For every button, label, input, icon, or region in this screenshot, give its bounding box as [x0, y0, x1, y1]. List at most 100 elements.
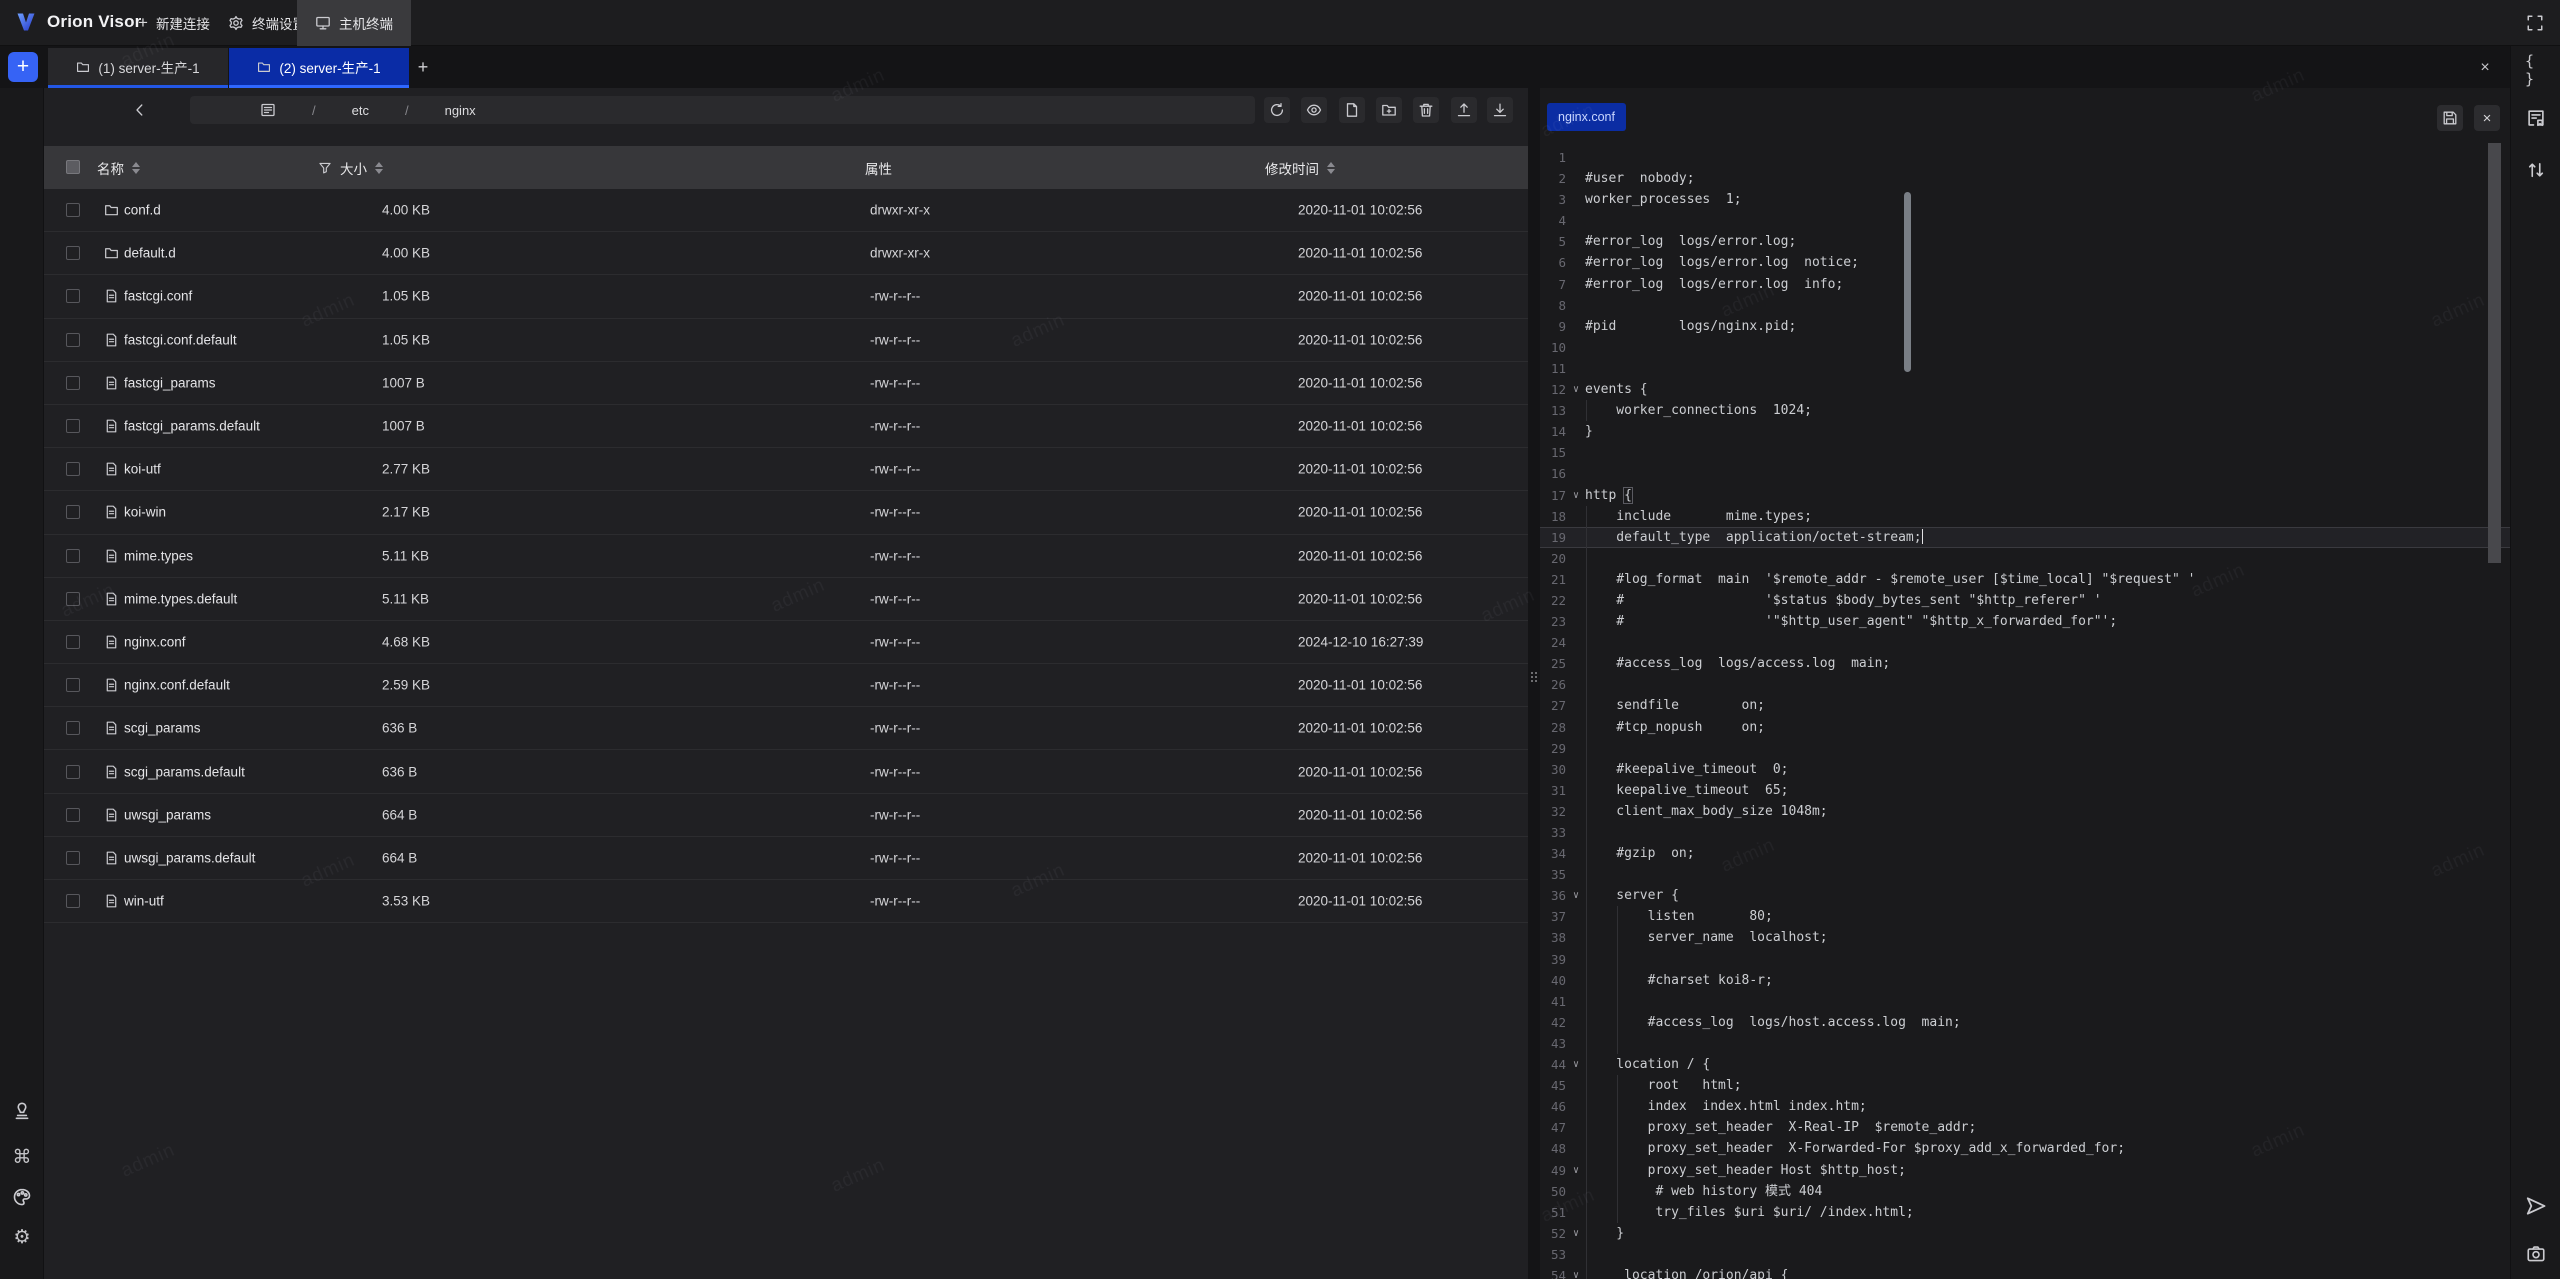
row-checkbox[interactable]	[66, 333, 80, 347]
fold-chevron-icon[interactable]: ∨	[1569, 1223, 1583, 1244]
code-line[interactable]: 12∨events {	[1540, 379, 2510, 400]
code-line[interactable]: 48 proxy_set_header X-Forwarded-For $pro…	[1540, 1138, 2510, 1159]
file-name[interactable]: scgi_params	[124, 721, 201, 736]
code-line[interactable]: 29	[1540, 738, 2510, 759]
table-row[interactable]: koi-win 2.17 KB -rw-r--r-- 2020-11-01 10…	[44, 491, 1528, 534]
table-row[interactable]: nginx.conf.default 2.59 KB -rw-r--r-- 20…	[44, 664, 1528, 707]
column-header-size[interactable]: 大小	[318, 158, 383, 178]
file-name[interactable]: nginx.conf	[124, 634, 186, 649]
sort-order-icon[interactable]	[2525, 159, 2547, 181]
editor-close-button[interactable]: ×	[2474, 105, 2500, 131]
table-row[interactable]: scgi_params.default 636 B -rw-r--r-- 202…	[44, 750, 1528, 793]
column-header-name[interactable]: 名称	[97, 158, 140, 178]
row-checkbox[interactable]	[66, 721, 80, 735]
floating-scrollbar-thumb[interactable]	[1904, 192, 1911, 372]
file-bookmark-icon[interactable]	[2525, 107, 2547, 129]
code-line[interactable]: 10	[1540, 337, 2510, 358]
code-line[interactable]: 31 keepalive_timeout 65;	[1540, 780, 2510, 801]
fold-chevron-icon[interactable]: ∨	[1569, 1054, 1583, 1075]
table-row[interactable]: win-utf 3.53 KB -rw-r--r-- 2020-11-01 10…	[44, 880, 1528, 923]
editor-scrollbar-thumb[interactable]	[2488, 143, 2501, 563]
code-line[interactable]: 41	[1540, 991, 2510, 1012]
code-line[interactable]: 49∨ proxy_set_header Host $http_host;	[1540, 1160, 2510, 1181]
code-line[interactable]: 46 index index.html index.htm;	[1540, 1096, 2510, 1117]
row-checkbox[interactable]	[66, 592, 80, 606]
code-line[interactable]: 1	[1540, 147, 2510, 168]
code-line[interactable]: 22 # '$status $body_bytes_sent "$http_re…	[1540, 590, 2510, 611]
filter-icon[interactable]	[318, 161, 332, 175]
delete-trash-button[interactable]	[1413, 97, 1439, 123]
table-row[interactable]: fastcgi_params 1007 B -rw-r--r-- 2020-11…	[44, 362, 1528, 405]
terminal-tab[interactable]: (1) server-生产-1	[48, 48, 228, 88]
code-line[interactable]: 47 proxy_set_header X-Real-IP $remote_ad…	[1540, 1117, 2510, 1138]
code-line[interactable]: 52∨ }	[1540, 1223, 2510, 1244]
code-line[interactable]: 11	[1540, 358, 2510, 379]
row-checkbox[interactable]	[66, 851, 80, 865]
code-line[interactable]: 7#error_log logs/error.log info;	[1540, 274, 2510, 295]
row-checkbox[interactable]	[66, 894, 80, 908]
table-row[interactable]: fastcgi.conf.default 1.05 KB -rw-r--r-- …	[44, 319, 1528, 362]
breadcrumb-segment-nginx[interactable]: nginx	[445, 103, 476, 118]
code-line[interactable]: 30 #keepalive_timeout 0;	[1540, 759, 2510, 780]
select-all-checkbox[interactable]	[66, 160, 80, 174]
file-name[interactable]: koi-utf	[124, 462, 161, 477]
table-row[interactable]: mime.types 5.11 KB -rw-r--r-- 2020-11-01…	[44, 535, 1528, 578]
code-line[interactable]: 54∨ location /orion/api {	[1540, 1265, 2510, 1279]
code-line[interactable]: 5#error_log logs/error.log;	[1540, 231, 2510, 252]
file-name[interactable]: fastcgi.conf	[124, 289, 192, 304]
panel-resize-divider[interactable]	[1528, 88, 1540, 1279]
sort-icon[interactable]	[1327, 162, 1335, 174]
code-line[interactable]: 26	[1540, 674, 2510, 695]
row-checkbox[interactable]	[66, 376, 80, 390]
add-tab-icon[interactable]: +	[412, 56, 434, 78]
fullscreen-icon[interactable]	[2526, 14, 2544, 32]
send-command-icon[interactable]	[2525, 1195, 2547, 1217]
code-line[interactable]: 38 server_name localhost;	[1540, 927, 2510, 948]
table-row[interactable]: fastcgi_params.default 1007 B -rw-r--r--…	[44, 405, 1528, 448]
code-line[interactable]: 51 try_files $uri $uri/ /index.html;	[1540, 1202, 2510, 1223]
code-line[interactable]: 13 worker_connections 1024;	[1540, 400, 2510, 421]
fold-chevron-icon[interactable]: ∨	[1569, 485, 1583, 506]
code-line[interactable]: 17∨http {	[1540, 485, 2510, 506]
code-line[interactable]: 36∨ server {	[1540, 885, 2510, 906]
screenshot-camera-icon[interactable]	[2525, 1243, 2547, 1265]
code-line[interactable]: 33	[1540, 822, 2510, 843]
file-name[interactable]: mime.types	[124, 548, 193, 563]
code-line[interactable]: 3worker_processes 1;	[1540, 189, 2510, 210]
fold-chevron-icon[interactable]: ∨	[1569, 1265, 1583, 1279]
column-header-attr[interactable]: 属性	[865, 158, 892, 178]
refresh-button[interactable]	[1264, 97, 1290, 123]
table-row[interactable]: scgi_params 636 B -rw-r--r-- 2020-11-01 …	[44, 707, 1528, 750]
code-line[interactable]: 44∨ location / {	[1540, 1054, 2510, 1075]
file-name[interactable]: mime.types.default	[124, 591, 237, 606]
row-checkbox[interactable]	[66, 462, 80, 476]
code-line[interactable]: 2#user nobody;	[1540, 168, 2510, 189]
row-checkbox[interactable]	[66, 419, 80, 433]
show-hidden-eye-button[interactable]	[1301, 97, 1327, 123]
row-checkbox[interactable]	[66, 203, 80, 217]
save-button[interactable]	[2437, 105, 2463, 131]
code-editor[interactable]: 12#user nobody;3worker_processes 1;45#er…	[1540, 147, 2510, 1279]
row-checkbox[interactable]	[66, 808, 80, 822]
fold-chevron-icon[interactable]: ∨	[1569, 379, 1583, 400]
code-line[interactable]: 25 #access_log logs/access.log main;	[1540, 653, 2510, 674]
code-line[interactable]: 4	[1540, 210, 2510, 231]
code-line[interactable]: 27 sendfile on;	[1540, 695, 2510, 716]
code-line[interactable]: 43	[1540, 1033, 2510, 1054]
file-name[interactable]: default.d	[124, 246, 176, 261]
code-line[interactable]: 21 #log_format main '$remote_addr - $rem…	[1540, 569, 2510, 590]
fold-chevron-icon[interactable]: ∨	[1569, 885, 1583, 906]
code-line[interactable]: 18 include mime.types;	[1540, 506, 2510, 527]
file-name[interactable]: nginx.conf.default	[124, 678, 230, 693]
terminal-tab[interactable]: (2) server-生产-1	[229, 48, 409, 88]
code-line[interactable]: 32 client_max_body_size 1048m;	[1540, 801, 2510, 822]
file-name[interactable]: fastcgi_params.default	[124, 419, 260, 434]
table-row[interactable]: uwsgi_params 664 B -rw-r--r-- 2020-11-01…	[44, 794, 1528, 837]
list-icon[interactable]	[260, 102, 276, 118]
row-checkbox[interactable]	[66, 246, 80, 260]
file-name[interactable]: uwsgi_params	[124, 807, 211, 822]
file-name[interactable]: uwsgi_params.default	[124, 850, 255, 865]
file-name[interactable]: fastcgi.conf.default	[124, 332, 237, 347]
code-line[interactable]: 9#pid logs/nginx.pid;	[1540, 316, 2510, 337]
row-checkbox[interactable]	[66, 635, 80, 649]
